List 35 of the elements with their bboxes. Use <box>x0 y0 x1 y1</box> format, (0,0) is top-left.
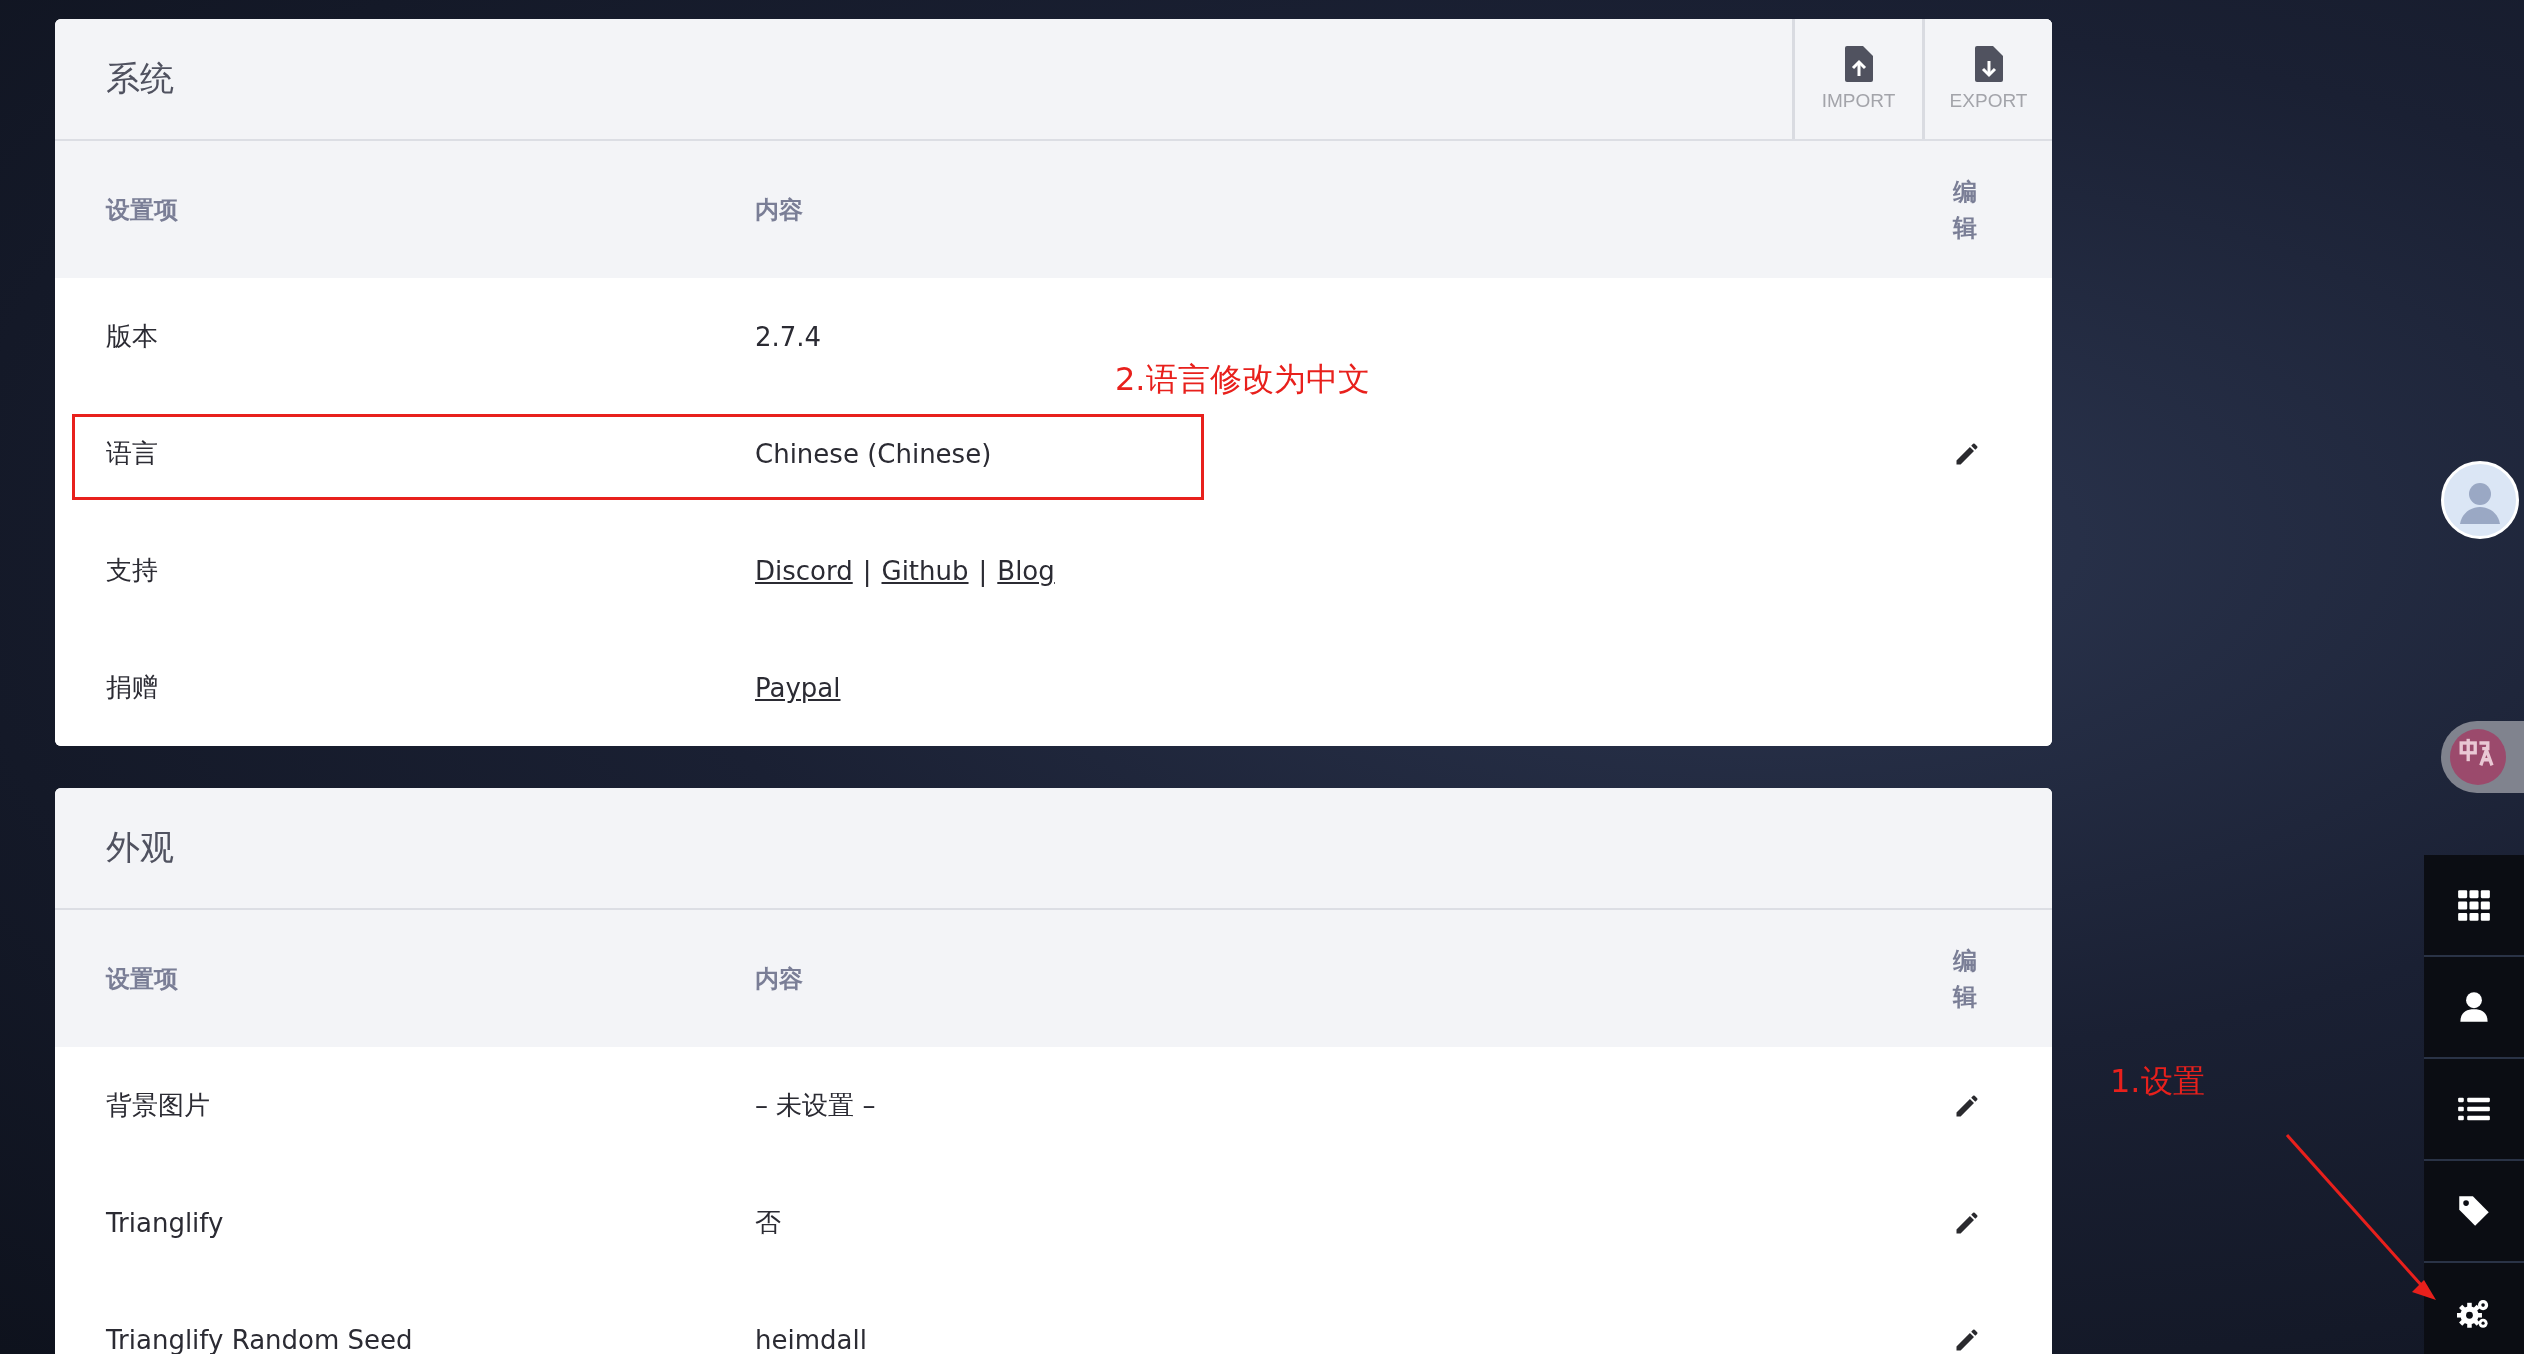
setting-value: heimdall <box>755 1324 867 1354</box>
setting-name: Trianglify <box>105 1207 225 1238</box>
setting-value: 2.7.4 <box>755 321 822 352</box>
setting-name: Trianglify Random Seed <box>105 1324 414 1354</box>
file-upload-icon <box>1844 46 1873 82</box>
column-header: 编辑 <box>1953 945 1977 1013</box>
card-title: 系统 <box>105 57 174 100</box>
card-title: 外观 <box>105 826 174 869</box>
user-icon <box>2457 990 2491 1024</box>
setting-value: | <box>978 555 988 586</box>
link[interactable]: Paypal <box>755 672 841 703</box>
annotation-text: 2.语言修改为中文 <box>1115 359 1370 400</box>
annotation-text: 1.设置 <box>2110 1061 2205 1102</box>
setting-value: 否 <box>755 1206 781 1239</box>
file-download-icon <box>1974 46 2003 82</box>
setting-name: 语言 <box>105 437 159 470</box>
column-header: 设置项 <box>104 963 179 995</box>
translate-icon <box>2450 729 2506 785</box>
link[interactable]: Blog <box>997 555 1055 586</box>
setting-name: 支持 <box>105 554 159 587</box>
setting-name: 捐赠 <box>105 671 159 704</box>
setting-value: – 未设置 – <box>755 1089 876 1122</box>
column-header: 编辑 <box>1953 176 1977 244</box>
grid-icon <box>2457 888 2491 922</box>
translate-toggle[interactable] <box>2441 721 2524 793</box>
link[interactable]: Github <box>881 555 969 586</box>
setting-name: 背景图片 <box>105 1089 211 1122</box>
column-header: 内容 <box>755 194 804 226</box>
link[interactable]: Discord <box>755 555 853 586</box>
column-header: 内容 <box>755 963 804 995</box>
setting-value: | <box>862 555 872 586</box>
tag-icon <box>2457 1194 2491 1228</box>
column-header: 设置项 <box>104 194 179 226</box>
setting-name: 版本 <box>105 320 159 353</box>
setting-value: Chinese (Chinese) <box>755 438 992 469</box>
